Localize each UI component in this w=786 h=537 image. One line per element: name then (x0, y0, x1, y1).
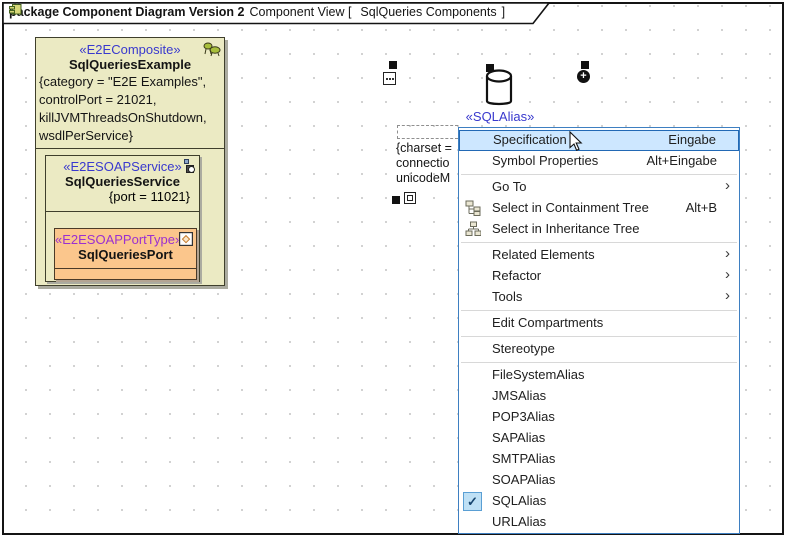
menu-item-label: URLAlias (492, 514, 546, 529)
manipulator-dots-icon[interactable] (383, 72, 396, 85)
menu-shortcut: Eingabe (668, 131, 716, 149)
menu-item-sapalias[interactable]: SAPAlias (459, 428, 739, 449)
porttype-sqlqueriesport[interactable]: «E2ESOAPPortType» SqlQueriesPort (54, 228, 197, 280)
menu-item-jmsalias[interactable]: JMSAlias (459, 386, 739, 407)
composite-name-compartment: «E2EComposite» SqlQueriesExample {catego… (36, 38, 224, 149)
menu-item-label: SMTPAlias (492, 451, 555, 466)
menu-item-sqlalias[interactable]: ✓ SQLAlias (459, 491, 739, 512)
menu-item-label: POP3Alias (492, 409, 555, 424)
menu-item-urlalias[interactable]: URLAlias (459, 512, 739, 533)
menu-item-refactor[interactable]: Refactor › (459, 266, 739, 287)
frame-header-text: package Component Diagram Version 2 Compo… (9, 2, 505, 23)
service-name-compartment: «E2ESOAPService» SqlQueriesService {port… (46, 156, 199, 212)
menu-item-filesystemalias[interactable]: FileSystemAlias (459, 365, 739, 386)
menu-item-label: Stereotype (492, 341, 555, 356)
menu-item-go-to[interactable]: Go To › (459, 177, 739, 198)
component-sqlqueriesservice[interactable]: «E2ESOAPService» SqlQueriesService {port… (45, 155, 200, 282)
menu-item-label: Edit Compartments (492, 315, 603, 330)
port-type-icon (179, 232, 193, 251)
menu-item-smtpalias[interactable]: SMTPAlias (459, 449, 739, 470)
menu-item-edit-compartments[interactable]: Edit Compartments (459, 313, 739, 334)
frame-closing-bracket: ] (502, 5, 505, 19)
menu-shortcut: Alt+Eingabe (647, 151, 717, 171)
composite-properties: {category = "E2E Examples", controlPort … (36, 72, 224, 145)
manipulator-plus-icon[interactable]: + (577, 70, 590, 83)
sqlalias-label[interactable]: «SQLAlias» (448, 109, 552, 124)
selection-dashed-rect (397, 125, 458, 139)
context-menu: Specification Eingabe Symbol Properties … (458, 127, 740, 534)
database-cylinder-icon[interactable] (483, 68, 515, 114)
menu-item-label: Go To (492, 179, 526, 194)
service-stereotype: «E2ESOAPService» (46, 159, 199, 174)
menu-item-label: Select in Inheritance Tree (492, 221, 639, 236)
menu-item-label: SOAPAlias (492, 472, 555, 487)
menu-item-soapalias[interactable]: SOAPAlias (459, 470, 739, 491)
manipulator-navigate-icon[interactable] (404, 192, 416, 204)
composite-stereotype: «E2EComposite» (36, 42, 224, 57)
service-name: SqlQueriesService (46, 174, 199, 189)
menu-item-select-in-containment-tree[interactable]: Select in Containment Tree Alt+B (459, 198, 739, 219)
menu-item-specification[interactable]: Specification Eingabe (459, 130, 739, 151)
menu-item-label: Related Elements (492, 247, 595, 262)
selection-handle[interactable] (392, 196, 400, 204)
menu-item-label: Tools (492, 289, 522, 304)
menu-shortcut: Alt+B (686, 198, 717, 218)
soap-service-icon (183, 159, 196, 179)
checkbox-checked-icon: ✓ (463, 492, 482, 511)
menu-item-label: Select in Containment Tree (492, 200, 649, 215)
selection-handle[interactable] (389, 61, 397, 69)
menu-item-label: Refactor (492, 268, 541, 283)
menu-item-label: Specification (493, 132, 567, 147)
submenu-arrow-icon: › (725, 176, 730, 196)
selection-handle[interactable] (486, 64, 494, 72)
submenu-arrow-icon: › (725, 265, 730, 285)
port-stereotype: «E2ESOAPPortType» (55, 232, 196, 247)
port-name-compartment: «E2ESOAPPortType» SqlQueriesPort (55, 229, 196, 269)
menu-item-stereotype[interactable]: Stereotype (459, 339, 739, 360)
menu-item-pop3alias[interactable]: POP3Alias (459, 407, 739, 428)
menu-item-symbol-properties[interactable]: Symbol Properties Alt+Eingabe (459, 151, 739, 172)
composite-icon (202, 41, 221, 62)
composite-name: SqlQueriesExample (36, 57, 224, 72)
submenu-arrow-icon: › (725, 286, 730, 306)
menu-item-label: SQLAlias (492, 493, 546, 508)
menu-item-select-in-inheritance-tree[interactable]: Select in Inheritance Tree (459, 219, 739, 240)
port-name: SqlQueriesPort (55, 247, 196, 262)
selection-handle[interactable] (581, 61, 589, 69)
diagram-canvas: package Component Diagram Version 2 Compo… (0, 0, 786, 537)
menu-item-label: FileSystemAlias (492, 367, 584, 382)
submenu-arrow-icon: › (725, 244, 730, 264)
mouse-cursor-icon (569, 131, 583, 157)
sqlalias-properties-clipped: {charset = connectio unicodeM (396, 141, 458, 188)
frame-context: Component View [ (250, 5, 352, 19)
frame-header: package Component Diagram Version 2 Compo… (2, 2, 552, 25)
menu-item-related-elements[interactable]: Related Elements › (459, 245, 739, 266)
service-properties: {port = 11021} (46, 189, 199, 204)
frame-title: package Component Diagram Version 2 (9, 5, 245, 19)
menu-item-label: SAPAlias (492, 430, 545, 445)
menu-item-tools[interactable]: Tools › (459, 287, 739, 308)
menu-item-label: JMSAlias (492, 388, 546, 403)
frame-diagram-name: SqlQueries Components (360, 5, 496, 19)
